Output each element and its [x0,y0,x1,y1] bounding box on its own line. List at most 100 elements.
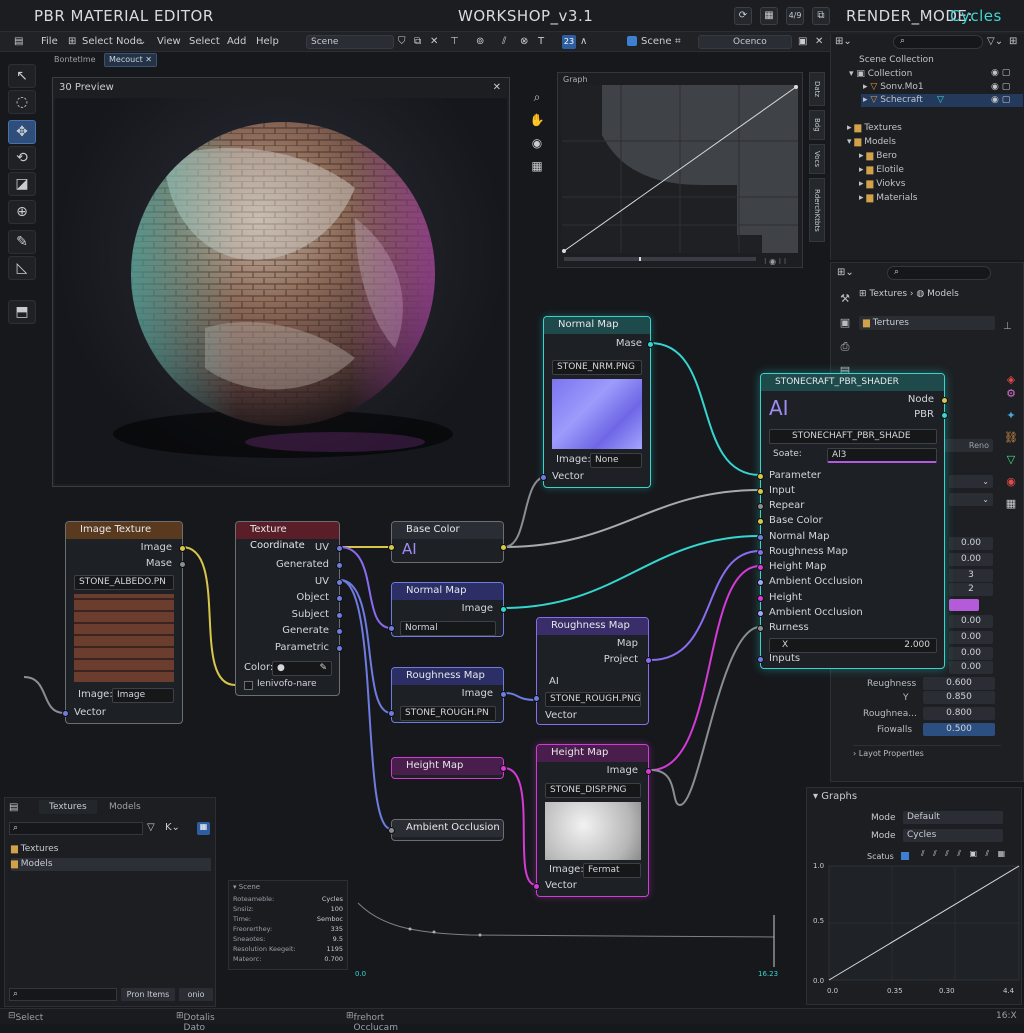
input-socket[interactable] [757,625,764,632]
input-socket[interactable] [757,503,764,510]
input-socket[interactable] [757,595,764,602]
x-tick-3: 4.4 [1003,987,1015,995]
output-socket[interactable] [500,691,507,698]
soate-select[interactable]: Al3 [827,448,937,463]
mode-label: Mode [871,813,896,823]
input-socket[interactable] [757,518,764,525]
output-socket[interactable] [336,562,343,569]
output-socket[interactable] [500,765,507,772]
node-normal-map[interactable]: Normal Map Image Normal [388,582,507,637]
mode-select-2[interactable]: Cycles [903,829,1003,842]
input-socket[interactable] [540,474,547,481]
node-roughness-map-right[interactable]: Roughness Map Map Project AI STONE_ROUGH… [533,617,652,725]
image-select[interactable]: Fermat [583,863,641,878]
tab-models[interactable]: Models [109,802,141,812]
file-field[interactable]: STONE_ROUGH.PN [400,706,496,721]
node-base-color[interactable]: Base Color AI [388,521,507,563]
input-socket[interactable] [533,883,540,890]
stats-key: Mateorc: [233,955,262,963]
output-socket[interactable] [645,768,652,775]
input-socket[interactable] [388,625,395,632]
input-socket[interactable] [388,827,395,834]
output-socket[interactable] [500,544,507,551]
sort-icon[interactable]: K⌄ [165,822,180,833]
color-picker-field[interactable]: ● ✎ [272,661,332,676]
file-field[interactable]: STONE_NRM.PNG [552,360,642,375]
mode-select-1[interactable]: Default [903,811,1003,824]
input-socket[interactable] [757,473,764,480]
input-socket[interactable] [757,534,764,541]
status-toolbar[interactable]: ⫽ ⫽ ⫽ ⫽ ▣ ⫽ ▦ [921,849,1008,859]
node-height-map-right[interactable]: Height Map Image STONE_DISP.PNG Image: F… [533,744,652,897]
node-normal-map-top[interactable]: Normal Map Mase STONE_NRM.PNG Image: Non… [540,316,654,488]
status-checkbox[interactable] [901,852,909,860]
stats-key: Sneaotes: [233,935,266,943]
node-height-map-left[interactable]: Height Map [391,757,507,779]
print-items-button[interactable]: Pron Items [121,988,175,1001]
output-image: Image [461,603,493,614]
output-socket[interactable] [336,628,343,635]
output-socket[interactable] [336,545,343,552]
view-toggle-icon[interactable]: ▦ [197,822,210,835]
normal-map-thumbnail [552,379,642,449]
input-ambient-occlusion-2: Ambient Occlusion [769,607,863,618]
node-ambient-occlusion[interactable]: Ambient Occlusion [388,819,504,841]
output-socket[interactable] [179,545,186,552]
input-socket[interactable] [388,710,395,717]
browser-search-input[interactable]: ⌕ [9,822,143,835]
image-select[interactable]: None [590,453,642,468]
x-tick-0: 0.0 [827,987,839,995]
output-socket[interactable] [941,397,948,404]
output-socket[interactable] [336,645,343,652]
file-browser: ▤ Textures Models ⌕ ▽ K⌄ ▦ ▆ Textures ▆ … [4,797,216,1007]
filter-icon[interactable]: ▽ [147,822,155,833]
image-select[interactable]: Image [112,688,174,703]
input-socket[interactable] [757,564,764,571]
input-socket[interactable] [388,544,395,551]
input-socket[interactable] [757,488,764,495]
checkbox[interactable] [244,681,253,690]
input-socket[interactable] [62,710,69,717]
browser-icon[interactable]: ▤ [9,802,18,813]
shader-name-field[interactable]: STONECHAFT_PBR_SHADE [769,429,937,444]
output-socket[interactable] [500,606,507,613]
node-header: Texture Coordinate [236,522,339,551]
output-socket[interactable] [941,412,948,419]
output-socket[interactable] [336,595,343,602]
output-socket[interactable] [336,612,343,619]
graphs-title[interactable]: ▾ Graphs [813,791,857,802]
folder-textures[interactable]: ▆ Textures [11,844,58,854]
graphs-plot[interactable] [809,860,1021,1002]
input-inputs: Inputs [769,653,801,664]
onio-button[interactable]: onio [179,988,213,1001]
node-image-texture[interactable]: Image Texture Image Mase STONE_ALBEDO.PN… [62,521,186,724]
file-field[interactable]: STONE_DISP.PNG [545,783,641,798]
output-socket[interactable] [645,657,652,664]
file-field[interactable]: STONE_ROUGH.PNG [545,692,641,707]
output-socket[interactable] [179,561,186,568]
x-field[interactable]: X 2.000 [769,638,937,653]
normal-select[interactable]: Normal [400,621,496,636]
folder-models[interactable]: ▆ Models [11,858,211,871]
stats-value: Semboc [316,915,343,923]
output-socket[interactable] [647,341,654,348]
input-base-color: Base Color [769,515,823,526]
input-socket[interactable] [757,579,764,586]
input-socket[interactable] [757,549,764,556]
input-socket[interactable] [533,695,540,702]
input-socket[interactable] [757,610,764,617]
timeline-curve[interactable] [350,895,780,980]
tab-textures[interactable]: Textures [39,800,97,814]
output-socket[interactable] [336,579,343,586]
eyedropper-icon[interactable]: ✎ [319,662,327,675]
input-socket[interactable] [757,656,764,663]
node-stonecraft-shader[interactable]: STONECRAFT_PBR_SHADER AI Node PBR STONEC… [757,373,948,669]
file-field[interactable]: STONE_ALBEDO.PN [74,575,174,590]
node-texture-coordinate[interactable]: Texture Coordinate UV Generated UV Objec… [235,521,343,696]
stats-value: 0.700 [324,955,343,963]
scene-stats: ▾ Scene Roteameble: Cycles Snsiiz: 100 Time:… [228,880,348,970]
node-roughness-map-left[interactable]: Roughness Map Image STONE_ROUGH.PN [388,667,507,723]
browser-bottom-search[interactable]: ⌕ [9,988,117,1001]
timeline-start: 0.0 [355,970,367,978]
stats-value: 100 [330,905,343,913]
